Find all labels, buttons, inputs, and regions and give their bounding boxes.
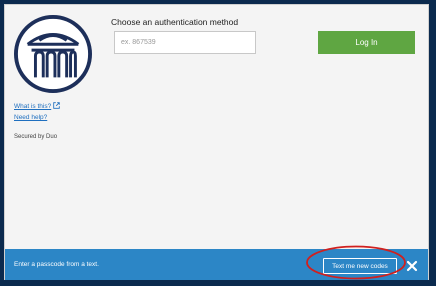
login-button[interactable]: Log In bbox=[318, 31, 415, 54]
close-icon[interactable] bbox=[405, 259, 419, 273]
message-text: Enter a passcode from a text. bbox=[14, 261, 99, 268]
secured-by-duo: Secured by Duo bbox=[14, 134, 58, 140]
duo-auth-frame: What is this? Need help? Secured by Duo … bbox=[4, 4, 429, 280]
external-link-icon bbox=[53, 102, 60, 109]
message-bar: Enter a passcode from a text. Text me ne… bbox=[5, 249, 428, 280]
text-me-new-codes-button[interactable]: Text me new codes bbox=[323, 258, 397, 274]
sidebar: What is this? Need help? Secured by Duo bbox=[5, 5, 101, 249]
university-logo bbox=[14, 15, 92, 93]
what-is-this-link[interactable]: What is this? bbox=[14, 102, 60, 110]
auth-method-heading: Choose an authentication method bbox=[111, 17, 239, 27]
need-help-link[interactable]: Need help? bbox=[14, 114, 47, 121]
what-is-this-label: What is this? bbox=[14, 103, 52, 110]
passcode-input[interactable] bbox=[114, 31, 256, 54]
